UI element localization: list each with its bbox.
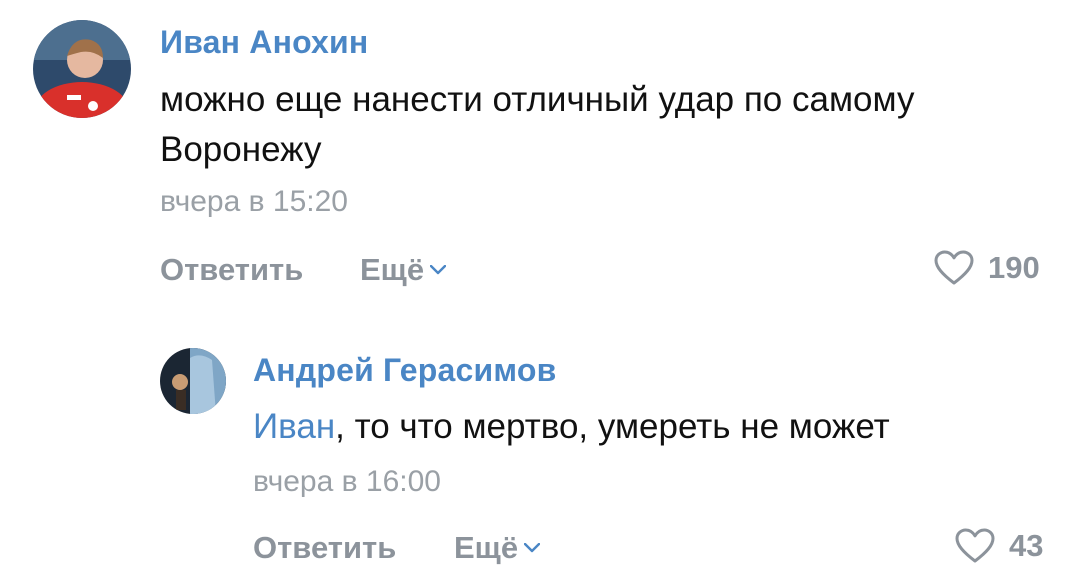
comment-author[interactable]: Иван Анохин <box>160 24 368 61</box>
more-label: Ещё <box>454 530 519 565</box>
comment-author[interactable]: Андрей Герасимов <box>253 352 556 389</box>
more-button[interactable]: Ещё <box>360 252 447 288</box>
comment-reply: Андрей Герасимов Иван, то что мертво, ум… <box>0 330 1080 586</box>
comment-text-rest: , то что мертво, умереть не может <box>335 407 890 446</box>
comment: Иван Анохин можно еще нанести отличный у… <box>0 0 1080 320</box>
chevron-down-icon <box>430 265 447 275</box>
mention-link[interactable]: Иван <box>253 407 335 446</box>
avatar-image <box>160 348 226 414</box>
reply-button[interactable]: Ответить <box>160 252 303 288</box>
like-button[interactable]: 190 <box>934 250 1040 286</box>
avatar-image <box>33 20 131 118</box>
like-count: 190 <box>988 250 1040 285</box>
comment-text-line: Воронежу <box>160 130 322 169</box>
avatar[interactable] <box>160 348 226 414</box>
chevron-down-icon <box>524 543 541 553</box>
comment-text: Иван, то что мертво, умереть не может <box>253 402 890 452</box>
heart-outline-icon <box>955 528 995 563</box>
comment-time: вчера в 15:20 <box>160 185 348 218</box>
heart-outline-icon <box>934 250 974 285</box>
like-button[interactable]: 43 <box>955 528 1043 564</box>
more-button[interactable]: Ещё <box>454 530 541 566</box>
comment-text: можно еще нанести отличный удар по самом… <box>160 75 914 175</box>
like-count: 43 <box>1009 528 1044 563</box>
reply-button[interactable]: Ответить <box>253 530 396 566</box>
comment-text-line: можно еще нанести отличный удар по самом… <box>160 80 915 119</box>
more-label: Ещё <box>360 252 425 287</box>
avatar[interactable] <box>33 20 131 118</box>
comment-time: вчера в 16:00 <box>253 465 441 498</box>
